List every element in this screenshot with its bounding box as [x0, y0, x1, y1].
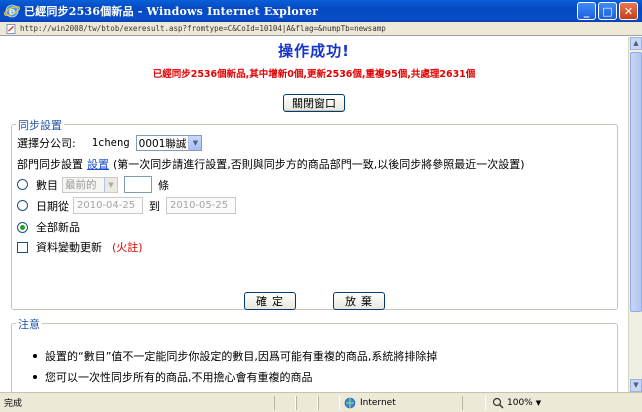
status-cell: [318, 395, 340, 410]
all-new-radio[interactable]: [17, 221, 28, 233]
window-title: 已經同步2536個新品 - Windows Internet Explorer: [24, 5, 319, 18]
data-change-row: 資料變動更新 (火註): [17, 239, 143, 255]
dept-row: 部門同步設置 設置 (第一次同步請進行設置,否則與同步方的商品部門一致,以後同步…: [17, 156, 525, 172]
status-text: 完成: [4, 399, 23, 409]
internet-explorer-icon: e: [4, 4, 20, 18]
data-change-checkbox[interactable]: [17, 241, 28, 253]
cancel-button[interactable]: 放棄: [333, 292, 385, 310]
svg-text:e: e: [9, 7, 15, 18]
note-text: 設置的“數目”值不一定能同步你設定的數目,因爲可能有重複的商品,系統將排除掉: [45, 350, 438, 363]
count-radio[interactable]: [17, 179, 28, 190]
bullet-icon: [33, 375, 37, 379]
option-count-row: 數目 最前的 ▼ 條: [17, 176, 169, 193]
chevron-down-icon: ▼: [104, 177, 117, 192]
date-from-label: 日期從: [36, 199, 69, 213]
sync-settings-group: 同步設置 選擇分公司: 1cheng 0001聯誠 ▼ 部門同步設置 設置 (第…: [11, 117, 618, 310]
close-window-button[interactable]: 關閉窗口: [283, 94, 345, 112]
bullet-icon: [33, 354, 37, 358]
option-all-row: 全部新品: [17, 219, 80, 235]
close-button[interactable]: ✕: [619, 2, 638, 20]
scroll-up-icon[interactable]: ▲: [630, 37, 642, 50]
all-new-label: 全部新品: [36, 221, 80, 234]
company-select-value: 0001聯誠: [138, 137, 187, 150]
count-input[interactable]: [124, 176, 152, 193]
zoom-control[interactable]: 100% ▼: [492, 397, 541, 409]
url-text[interactable]: http://win2008/tw/btob/exeresult.asp?fro…: [20, 24, 386, 33]
company-code: 1cheng: [91, 137, 130, 149]
note-text: 您可以一次性同步所有的商品,不用擔心會有重複的商品: [45, 371, 313, 384]
page-icon: [6, 23, 16, 34]
globe-icon: [344, 397, 356, 408]
count-order-select[interactable]: 最前的 ▼: [62, 176, 118, 193]
count-order-value: 最前的: [65, 179, 97, 191]
address-bar[interactable]: http://win2008/tw/btob/exeresult.asp?fro…: [0, 22, 642, 36]
chevron-down-icon: ▼: [188, 136, 202, 150]
zoom-label: 100%: [507, 397, 533, 408]
status-bar: 完成 Internet 100% ▼: [0, 392, 642, 412]
chevron-down-icon[interactable]: ▼: [536, 399, 541, 407]
dept-note: (第一次同步請進行設置,否則與同步方的商品部門一致,以後同步將參照最近一次設置): [113, 158, 525, 171]
data-change-note: (火註): [112, 241, 143, 254]
date-from-input[interactable]: 2010-04-25: [73, 197, 143, 214]
notes-group: 注意 設置的“數目”值不一定能同步你設定的數目,因爲可能有重複的商品,系統將排除…: [11, 316, 618, 392]
page-content: 操作成功! 已經同步2536個新品,其中增新0個,更新2536個,重複95個,共…: [0, 37, 628, 392]
dept-settings-link[interactable]: 設置: [87, 156, 109, 172]
company-row: 選擇分公司: 1cheng 0001聯誠 ▼: [17, 135, 203, 151]
list-item: 您可以一次性同步所有的商品,不用擔心會有重複的商品: [33, 369, 313, 385]
page-title: 操作成功!: [278, 42, 350, 60]
maximize-button[interactable]: □: [598, 2, 617, 20]
dept-label: 部門同步設置: [17, 158, 83, 171]
protected-mode-cell[interactable]: [462, 395, 486, 410]
notes-legend: 注意: [16, 316, 42, 332]
window-controls: _ □ ✕: [577, 2, 638, 20]
status-cell: [274, 395, 296, 410]
option-date-row: 日期從 2010-04-25 到 2010-05-25: [17, 197, 236, 214]
date-to-label: 到: [149, 199, 160, 213]
result-message: 已經同步2536個新品,其中增新0個,更新2536個,重複95個,共處理2631…: [152, 69, 476, 80]
list-item: 設置的“數目”值不一定能同步你設定的數目,因爲可能有重複的商品,系統將排除掉: [33, 348, 437, 364]
company-label: 選擇分公司:: [17, 137, 76, 150]
data-change-label: 資料變動更新: [36, 241, 102, 254]
scroll-down-icon[interactable]: ▼: [630, 379, 642, 392]
security-zone[interactable]: Internet: [344, 397, 462, 409]
company-select[interactable]: 0001聯誠 ▼: [135, 135, 203, 151]
scroll-thumb[interactable]: [630, 52, 642, 312]
vertical-scrollbar[interactable]: ▲ ▼: [628, 37, 642, 392]
sync-settings-legend: 同步設置: [16, 117, 64, 133]
count-label: 數目: [36, 178, 58, 192]
zone-label: Internet: [360, 397, 396, 408]
status-cell: [296, 395, 318, 410]
count-unit: 條: [158, 178, 169, 192]
minimize-button[interactable]: _: [577, 2, 596, 20]
date-to-input[interactable]: 2010-05-25: [166, 197, 236, 214]
confirm-button[interactable]: 確定: [244, 292, 296, 310]
date-radio[interactable]: [17, 200, 28, 211]
window-titlebar: e 已經同步2536個新品 - Windows Internet Explore…: [0, 0, 642, 22]
magnifier-icon: [492, 397, 504, 409]
